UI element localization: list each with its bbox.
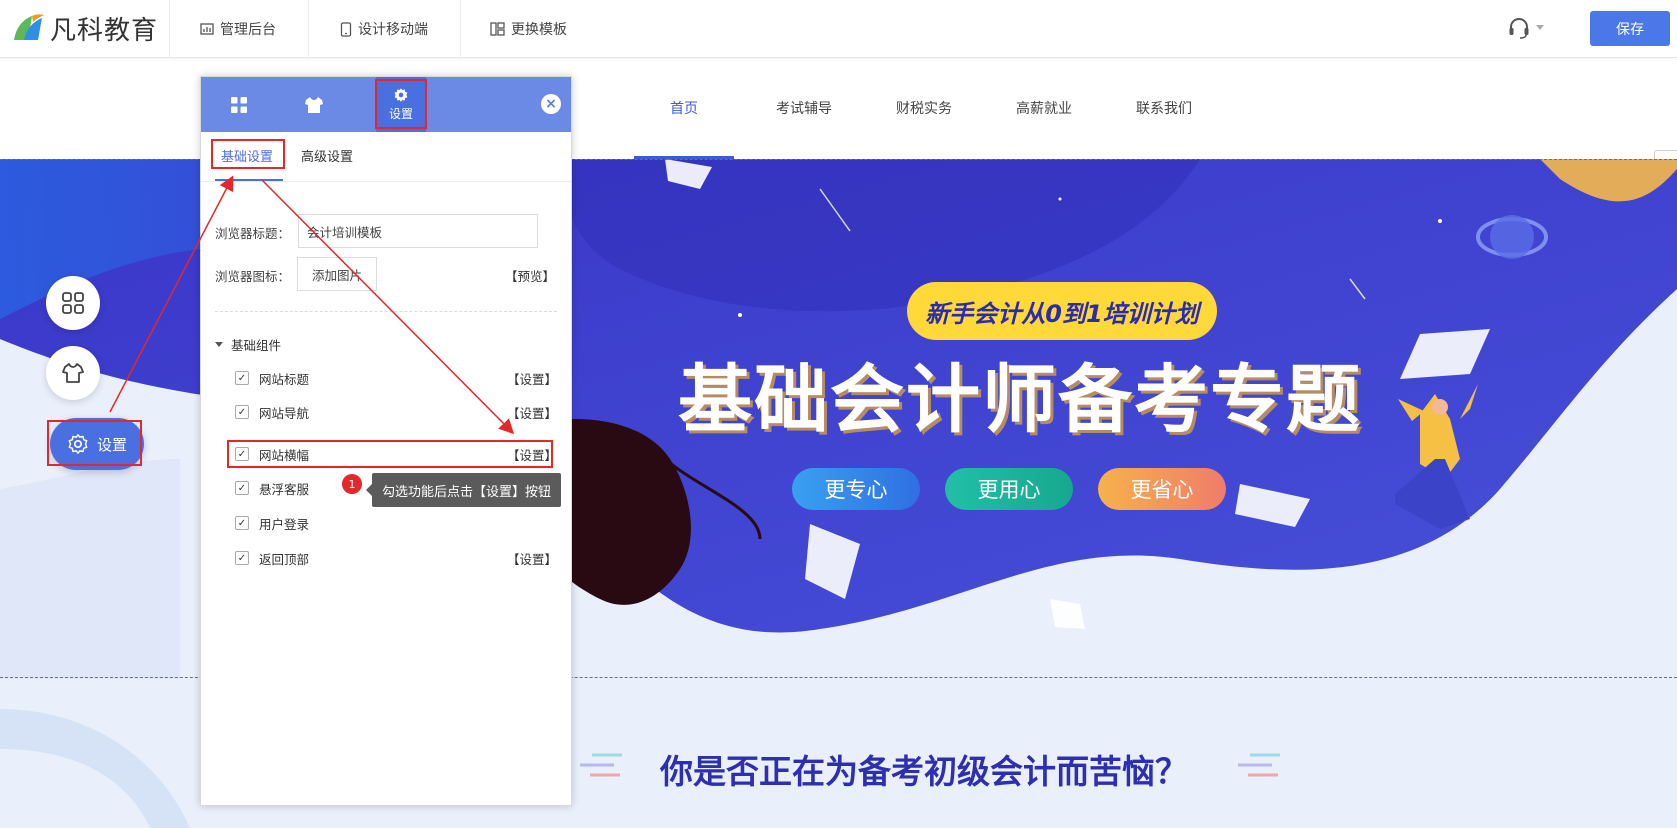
close-icon[interactable]: × xyxy=(541,94,561,114)
component-settings-link[interactable]: 【设置】 xyxy=(507,549,557,568)
nav-item-career[interactable]: 高薪就业 xyxy=(1016,98,1072,118)
group-title: 基础组件 xyxy=(231,338,282,353)
headset-icon xyxy=(1509,18,1529,39)
nav-item-home[interactable]: 首页 xyxy=(670,98,698,118)
component-settings-link[interactable]: 【设置】 xyxy=(507,403,557,422)
logo-text: 凡科教育 xyxy=(50,15,159,46)
step-badge: 1 xyxy=(342,474,362,494)
save-button[interactable]: 保存 xyxy=(1590,11,1670,46)
basic-components-group[interactable]: 基础组件 xyxy=(215,335,281,354)
nav-item-exam[interactable]: 考试辅导 xyxy=(776,98,832,118)
checkbox[interactable]: ✓ xyxy=(235,371,249,385)
checkbox[interactable]: ✓ xyxy=(235,481,249,495)
mobile-icon xyxy=(340,21,352,37)
support-menu[interactable] xyxy=(1508,16,1544,40)
decorative-lines-left xyxy=(580,753,622,777)
highlight-basic-tab xyxy=(211,139,285,169)
design-mobile-label: 设计移动端 xyxy=(358,22,428,38)
component-label: 用户登录 xyxy=(259,516,310,532)
shirt-icon xyxy=(62,363,84,383)
tab-advanced-settings[interactable]: 高级设置 xyxy=(301,146,353,165)
grid-icon xyxy=(230,96,247,113)
banner-title: 基础会计师备考专题 xyxy=(678,356,1362,443)
browser-title-input[interactable]: 会计培训模板 xyxy=(298,214,538,248)
caret-down-icon xyxy=(215,342,223,347)
manage-backend-label: 管理后台 xyxy=(220,22,276,38)
component-row: ✓ 网站导航 【设置】 xyxy=(235,401,557,423)
component-settings-link[interactable]: 【设置】 xyxy=(507,369,557,388)
browser-title-label: 浏览器标题： xyxy=(215,226,291,241)
checkbox[interactable]: ✓ xyxy=(235,516,249,530)
logo-icon xyxy=(10,10,46,46)
divider xyxy=(308,0,309,58)
component-label: 网站导航 xyxy=(259,405,310,421)
modules-float-button[interactable] xyxy=(46,276,100,330)
tab-theme[interactable] xyxy=(276,77,351,132)
highlight-settings-button xyxy=(47,420,142,466)
highlight-settings-tab xyxy=(375,79,427,129)
component-label: 悬浮客服 xyxy=(259,481,310,497)
divider xyxy=(460,0,461,58)
divider xyxy=(215,311,557,312)
banner-button-save[interactable]: 更省心 xyxy=(1098,468,1226,510)
checkbox[interactable]: ✓ xyxy=(235,551,249,565)
add-image-button[interactable]: 添加图片 xyxy=(297,257,377,291)
template-icon xyxy=(490,22,505,36)
sub-tab-indicator xyxy=(215,179,283,181)
settings-panel: 设置 × 基础设置 高级设置 浏览器标题： 会计培训模板 浏览器图标： 添加图片… xyxy=(200,76,572,806)
checkbox[interactable]: ✓ xyxy=(235,405,249,419)
editor-topbar: 凡科教育 管理后台 设计移动端 更换模板 保存 xyxy=(0,0,1677,58)
component-label: 网站标题 xyxy=(259,371,310,387)
change-template-button[interactable]: 更换模板 xyxy=(490,0,567,58)
banner-button-focus[interactable]: 更专心 xyxy=(792,468,920,510)
tab-modules[interactable] xyxy=(201,77,276,132)
theme-float-button[interactable] xyxy=(46,346,100,400)
change-template-label: 更换模板 xyxy=(511,22,567,38)
divider xyxy=(169,0,170,58)
browser-icon-label: 浏览器图标： xyxy=(215,269,291,284)
shirt-icon xyxy=(304,96,323,113)
decorative-lines-right xyxy=(1238,753,1280,777)
nav-item-tax[interactable]: 财税实务 xyxy=(896,98,952,118)
dashboard-icon xyxy=(200,23,214,35)
instruction-tooltip: 勾选功能后点击【设置】按钮 xyxy=(365,473,562,507)
component-row: ✓ 用户登录 xyxy=(235,512,557,534)
logo[interactable]: 凡科教育 xyxy=(10,8,170,48)
chevron-down-icon xyxy=(1536,25,1544,30)
grid-icon xyxy=(62,292,84,314)
manage-backend-button[interactable]: 管理后台 xyxy=(200,0,276,58)
section-heading: 你是否正在为备考初级会计而苦恼？ xyxy=(660,752,1188,791)
component-row: ✓ 返回顶部 【设置】 xyxy=(235,547,557,569)
banner-button-care[interactable]: 更用心 xyxy=(945,468,1073,510)
design-mobile-button[interactable]: 设计移动端 xyxy=(340,0,428,58)
banner-tag: 新手会计从0到1培训计划 xyxy=(907,282,1217,340)
preview-link[interactable]: 【预览】 xyxy=(505,266,555,285)
component-label: 返回顶部 xyxy=(259,551,310,567)
highlight-banner-row xyxy=(227,440,553,468)
nav-item-contact[interactable]: 联系我们 xyxy=(1136,98,1192,118)
component-row: ✓ 网站标题 【设置】 xyxy=(235,367,557,389)
